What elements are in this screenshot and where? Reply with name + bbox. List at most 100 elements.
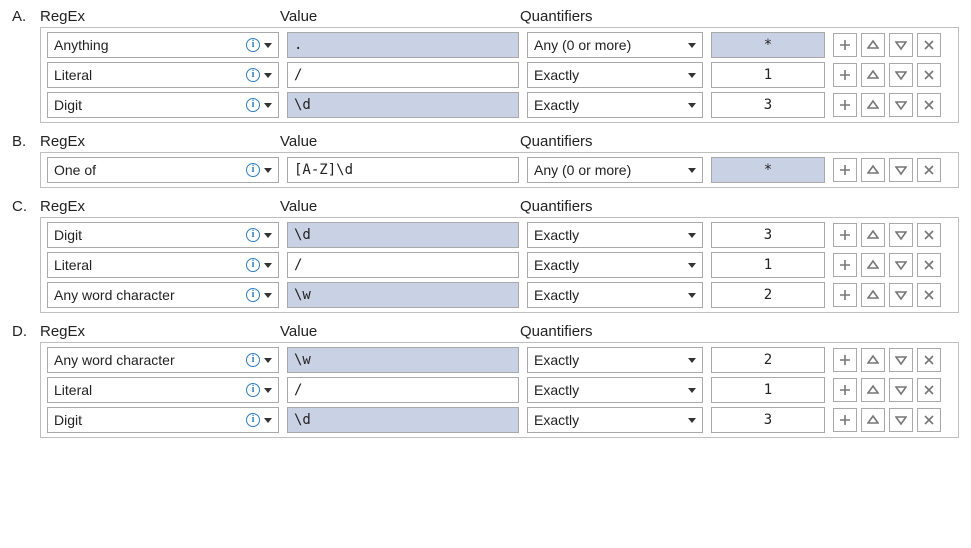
chevron-down-icon — [688, 388, 696, 393]
info-icon[interactable]: i — [246, 288, 260, 302]
move-up-button[interactable] — [861, 408, 885, 432]
info-icon[interactable]: i — [246, 413, 260, 427]
regex-type-dropdown[interactable]: Literal i — [47, 62, 279, 88]
move-down-button[interactable] — [889, 158, 913, 182]
regex-type-dropdown[interactable]: One of i — [47, 157, 279, 183]
regex-type-dropdown[interactable]: Literal i — [47, 252, 279, 278]
add-button[interactable] — [833, 63, 857, 87]
chevron-down-icon — [688, 103, 696, 108]
quantifier-dropdown[interactable]: Exactly — [527, 252, 703, 278]
value-input[interactable]: / — [287, 252, 519, 278]
move-up-button[interactable] — [861, 378, 885, 402]
move-down-button[interactable] — [889, 253, 913, 277]
add-button[interactable] — [833, 378, 857, 402]
regex-type-dropdown[interactable]: Any word character i — [47, 347, 279, 373]
value-input[interactable]: \d — [287, 92, 519, 118]
value-input[interactable]: \d — [287, 222, 519, 248]
move-down-button[interactable] — [889, 408, 913, 432]
move-down-button[interactable] — [889, 348, 913, 372]
quantity-value: 3 — [764, 227, 772, 243]
info-icon[interactable]: i — [246, 258, 260, 272]
regex-type-dropdown[interactable]: Anything i — [47, 32, 279, 58]
regex-type-dropdown[interactable]: Digit i — [47, 92, 279, 118]
chevron-down-icon — [688, 233, 696, 238]
quantity-input[interactable]: 1 — [711, 62, 825, 88]
move-up-button[interactable] — [861, 253, 885, 277]
value-input[interactable]: \d — [287, 407, 519, 433]
quantifier-dropdown[interactable]: Exactly — [527, 222, 703, 248]
quantity-input[interactable]: 1 — [711, 252, 825, 278]
regex-type-dropdown[interactable]: Any word character i — [47, 282, 279, 308]
quantifier-dropdown[interactable]: Exactly — [527, 407, 703, 433]
move-up-button[interactable] — [861, 348, 885, 372]
add-button[interactable] — [833, 348, 857, 372]
info-icon[interactable]: i — [246, 68, 260, 82]
value-input[interactable]: / — [287, 377, 519, 403]
info-icon[interactable]: i — [246, 98, 260, 112]
move-down-button[interactable] — [889, 378, 913, 402]
quantity-input[interactable]: 3 — [711, 92, 825, 118]
rule-row: Digit i \d Exactly 3 — [47, 92, 952, 118]
regex-type-label: Literal — [54, 382, 246, 398]
move-up-button[interactable] — [861, 283, 885, 307]
quantifier-dropdown[interactable]: Exactly — [527, 377, 703, 403]
quantity-input[interactable]: 3 — [711, 222, 825, 248]
delete-button[interactable] — [917, 378, 941, 402]
move-up-button[interactable] — [861, 33, 885, 57]
quantity-input[interactable]: 1 — [711, 377, 825, 403]
info-icon[interactable]: i — [246, 38, 260, 52]
header-regex: RegEx — [40, 198, 280, 215]
move-up-button[interactable] — [861, 223, 885, 247]
move-down-button[interactable] — [889, 93, 913, 117]
add-button[interactable] — [833, 93, 857, 117]
delete-button[interactable] — [917, 63, 941, 87]
add-button[interactable] — [833, 158, 857, 182]
quantity-input[interactable]: 2 — [711, 347, 825, 373]
value-input[interactable]: . — [287, 32, 519, 58]
move-down-button[interactable] — [889, 33, 913, 57]
quantifier-dropdown[interactable]: Exactly — [527, 282, 703, 308]
add-button[interactable] — [833, 283, 857, 307]
info-icon[interactable]: i — [246, 228, 260, 242]
add-button[interactable] — [833, 253, 857, 277]
quantity-input[interactable]: * — [711, 32, 825, 58]
delete-button[interactable] — [917, 223, 941, 247]
delete-button[interactable] — [917, 408, 941, 432]
move-up-button[interactable] — [861, 63, 885, 87]
quantity-input[interactable]: * — [711, 157, 825, 183]
move-up-button[interactable] — [861, 93, 885, 117]
quantity-input[interactable]: 2 — [711, 282, 825, 308]
row-actions — [833, 253, 953, 277]
delete-button[interactable] — [917, 93, 941, 117]
info-icon[interactable]: i — [246, 163, 260, 177]
value-input[interactable]: \w — [287, 282, 519, 308]
info-icon[interactable]: i — [246, 383, 260, 397]
quantifier-dropdown[interactable]: Exactly — [527, 92, 703, 118]
regex-type-dropdown[interactable]: Literal i — [47, 377, 279, 403]
value-input[interactable]: \w — [287, 347, 519, 373]
quantifier-label: Exactly — [534, 287, 688, 303]
regex-type-dropdown[interactable]: Digit i — [47, 222, 279, 248]
quantity-input[interactable]: 3 — [711, 407, 825, 433]
value-input[interactable]: [A-Z]\d — [287, 157, 519, 183]
move-down-button[interactable] — [889, 283, 913, 307]
quantifier-dropdown[interactable]: Exactly — [527, 62, 703, 88]
delete-button[interactable] — [917, 283, 941, 307]
delete-button[interactable] — [917, 33, 941, 57]
info-icon[interactable]: i — [246, 353, 260, 367]
quantifier-dropdown[interactable]: Exactly — [527, 347, 703, 373]
quantifier-dropdown[interactable]: Any (0 or more) — [527, 157, 703, 183]
value-input[interactable]: / — [287, 62, 519, 88]
regex-type-dropdown[interactable]: Digit i — [47, 407, 279, 433]
add-button[interactable] — [833, 33, 857, 57]
move-down-button[interactable] — [889, 223, 913, 247]
delete-button[interactable] — [917, 253, 941, 277]
add-button[interactable] — [833, 223, 857, 247]
delete-button[interactable] — [917, 348, 941, 372]
quantifier-dropdown[interactable]: Any (0 or more) — [527, 32, 703, 58]
delete-button[interactable] — [917, 158, 941, 182]
move-up-button[interactable] — [861, 158, 885, 182]
add-button[interactable] — [833, 408, 857, 432]
section-header: D. RegEx Value Quantifiers — [12, 323, 959, 340]
move-down-button[interactable] — [889, 63, 913, 87]
